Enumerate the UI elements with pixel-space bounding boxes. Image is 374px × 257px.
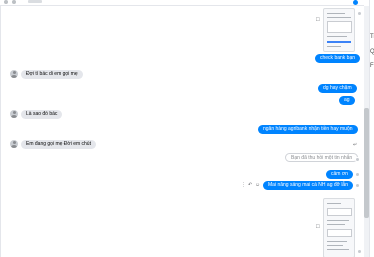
panel-label: Tr (370, 34, 374, 40)
panel-label: Q (370, 49, 374, 55)
contact-avatar[interactable] (10, 110, 18, 118)
reply-icon[interactable]: ↵ (353, 143, 357, 148)
message-outgoing[interactable]: ngân hàng agribank nhận tiền hay muộn (258, 125, 358, 134)
message-incoming[interactable]: Là sao đó bác (21, 110, 63, 119)
seen-avatar-icon (355, 157, 360, 162)
message-incoming[interactable]: Đợi tí bác di em gọi mẹ (21, 70, 83, 79)
seen-avatar-icon (357, 11, 362, 16)
profile-avatar[interactable] (12, 0, 16, 4)
info-icon[interactable] (353, 0, 358, 5)
contact-avatar[interactable] (10, 70, 18, 78)
seen-avatar-icon (357, 249, 362, 254)
panel-label: Fi (370, 63, 374, 69)
contact-avatar[interactable] (10, 140, 18, 148)
seen-avatar-icon (355, 183, 360, 188)
back-icon[interactable] (4, 0, 8, 4)
seen-avatar-icon (355, 172, 360, 177)
message-outgoing[interactable]: Mai nâng sáng mai cá NH ag đỡ lẫn (263, 181, 353, 190)
lock-icon: □ (316, 17, 320, 23)
more-icon[interactable]: ⋮ (241, 183, 246, 188)
image-attachment[interactable] (323, 198, 355, 257)
message-outgoing[interactable]: ag (339, 96, 355, 105)
lock-icon: □ (316, 224, 320, 230)
image-attachment[interactable] (323, 8, 355, 52)
message-incoming[interactable]: Em đang gọi mẹ Đời em chút (21, 140, 96, 149)
right-panel: Tr Q Fi (369, 0, 374, 257)
message-outgoing[interactable]: dg hay chậm (318, 84, 357, 93)
message-outgoing[interactable]: check bank bạn (315, 54, 361, 63)
message-outgoing[interactable]: cảm ơn (326, 170, 353, 179)
message-list[interactable]: □ check bank bạn Đợi tí bác di em gọi mẹ… (1, 6, 364, 257)
smile-icon[interactable]: ☺ (255, 183, 260, 188)
reply-icon[interactable]: ↶ (248, 183, 252, 188)
unsent-message: Bạn đã thu hồi một tin nhắn (285, 153, 359, 162)
chat-title (28, 0, 42, 3)
